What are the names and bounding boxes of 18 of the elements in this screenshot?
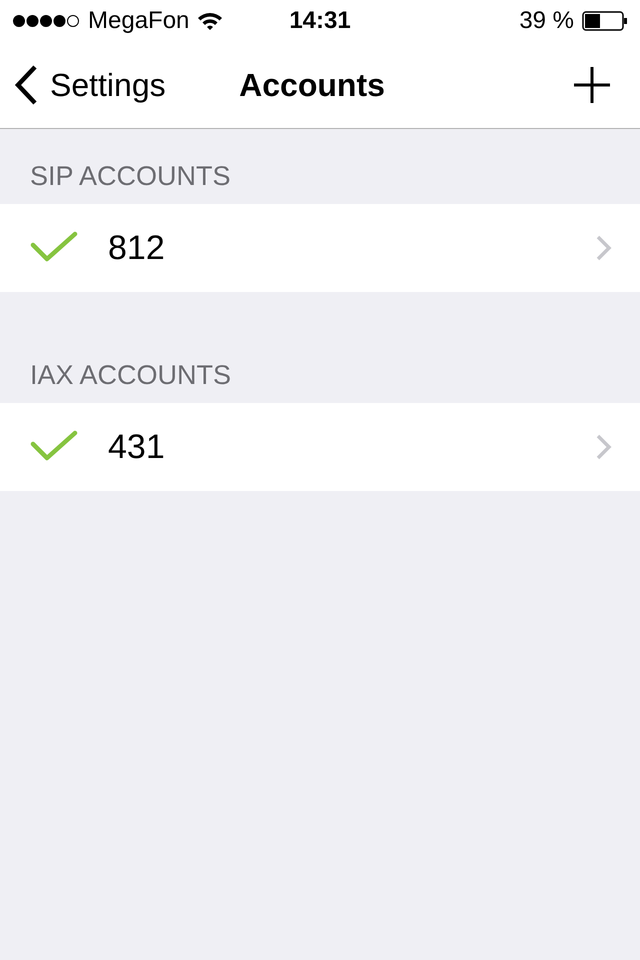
chevron-icon xyxy=(596,235,612,261)
status-time: 14:31 xyxy=(289,7,351,35)
wifi-icon xyxy=(197,11,224,31)
account-row[interactable]: 812 xyxy=(0,204,640,292)
account-number: 431 xyxy=(108,428,166,466)
battery-percent: 39 % xyxy=(519,7,574,35)
back-chevron-icon xyxy=(14,65,38,105)
account-row[interactable]: 431 xyxy=(0,403,640,491)
section-header: SIP ACCOUNTS xyxy=(29,160,232,193)
battery-icon xyxy=(582,11,628,31)
carrier-name: MegaFon xyxy=(88,7,190,35)
section-header: IAX ACCOUNTS xyxy=(29,359,232,392)
chevron-icon xyxy=(596,434,612,460)
account-number: 812 xyxy=(108,228,166,268)
signal-icon xyxy=(12,14,80,28)
nav-title: Accounts xyxy=(239,66,385,104)
back-button[interactable]: Settings xyxy=(14,65,240,105)
plus-icon xyxy=(574,67,610,103)
